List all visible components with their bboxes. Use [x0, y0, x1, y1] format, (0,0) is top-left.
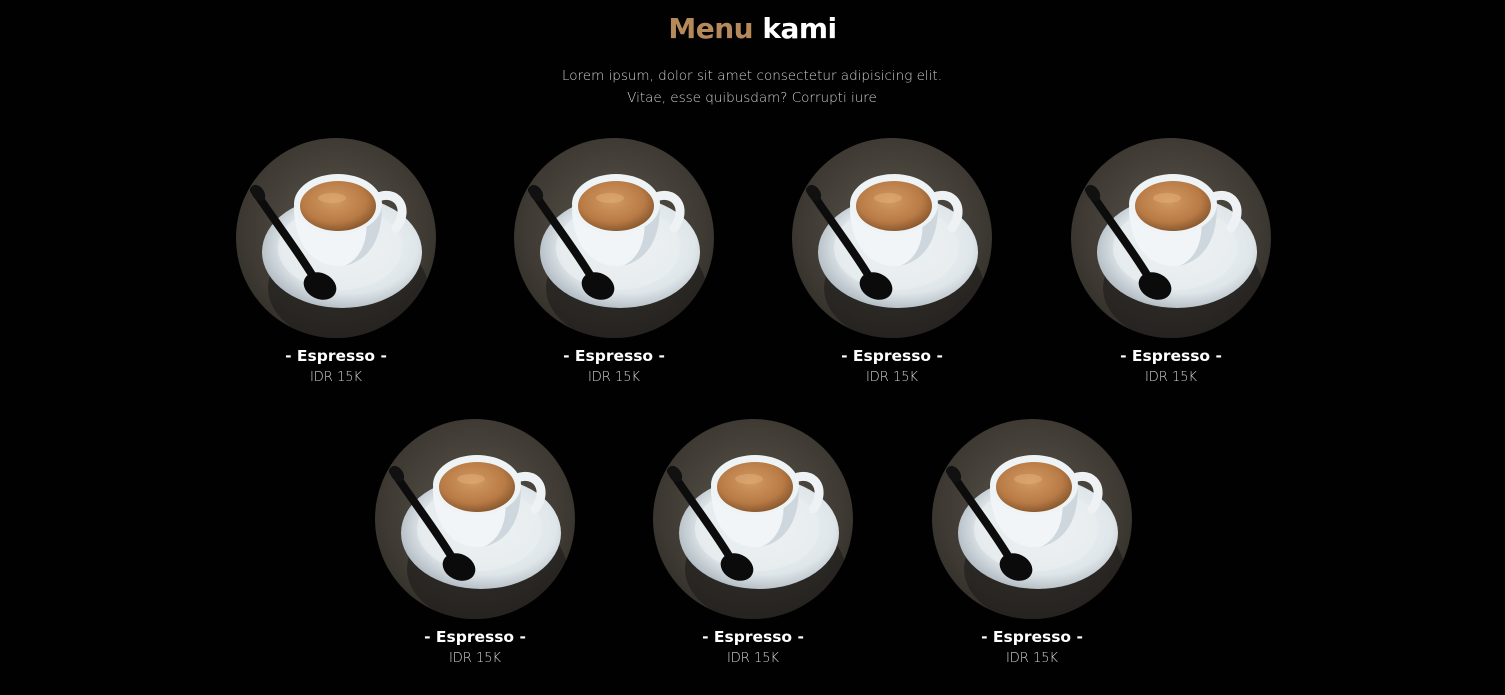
menu-card[interactable]: - Espresso - IDR 15K — [236, 138, 436, 387]
menu-card[interactable]: - Espresso - IDR 15K — [653, 419, 853, 668]
menu-item-price: IDR 15K — [448, 651, 502, 666]
menu-item-price: IDR 15K — [1144, 370, 1198, 385]
espresso-cup-photo — [653, 419, 853, 619]
menu-item-name: - Espresso - — [285, 347, 387, 365]
subtitle-line-2: Vitae, esse quibusdam? Corrupti iure — [627, 90, 877, 106]
menu-card[interactable]: - Espresso - IDR 15K — [792, 138, 992, 387]
menu-card[interactable]: - Espresso - IDR 15K — [375, 419, 575, 668]
menu-item-price: IDR 15K — [865, 370, 919, 385]
menu-item-price: IDR 15K — [1005, 651, 1059, 666]
espresso-cup-photo — [514, 138, 714, 338]
menu-item-name: - Espresso - — [424, 628, 526, 646]
menu-card[interactable]: - Espresso - IDR 15K — [1071, 138, 1271, 387]
subtitle-line-1: Lorem ipsum, dolor sit amet consectetur … — [561, 68, 943, 84]
espresso-cup-photo — [1071, 138, 1271, 338]
menu-item-name: - Espresso - — [702, 628, 804, 646]
menu-item-name: - Espresso - — [1120, 347, 1222, 365]
menu-section: Menu kami Lorem ipsum, dolor sit amet co… — [0, 0, 1505, 695]
menu-item-name: - Espresso - — [841, 347, 943, 365]
espresso-cup-photo — [932, 419, 1132, 619]
section-subtitle: Lorem ipsum, dolor sit amet consectetur … — [502, 65, 1002, 109]
menu-item-name: - Espresso - — [563, 347, 665, 365]
title-rest: kami — [762, 12, 837, 45]
menu-card[interactable]: - Espresso - IDR 15K — [514, 138, 714, 387]
menu-item-price: IDR 15K — [726, 651, 780, 666]
section-title: Menu kami — [0, 10, 1505, 48]
menu-item-price: IDR 15K — [587, 370, 641, 385]
title-accent: Menu — [668, 12, 754, 45]
menu-item-name: - Espresso - — [981, 628, 1083, 646]
menu-item-price: IDR 15K — [309, 370, 363, 385]
espresso-cup-photo — [236, 138, 436, 338]
menu-card[interactable]: - Espresso - IDR 15K — [932, 419, 1132, 668]
espresso-cup-photo — [375, 419, 575, 619]
espresso-cup-photo — [792, 138, 992, 338]
